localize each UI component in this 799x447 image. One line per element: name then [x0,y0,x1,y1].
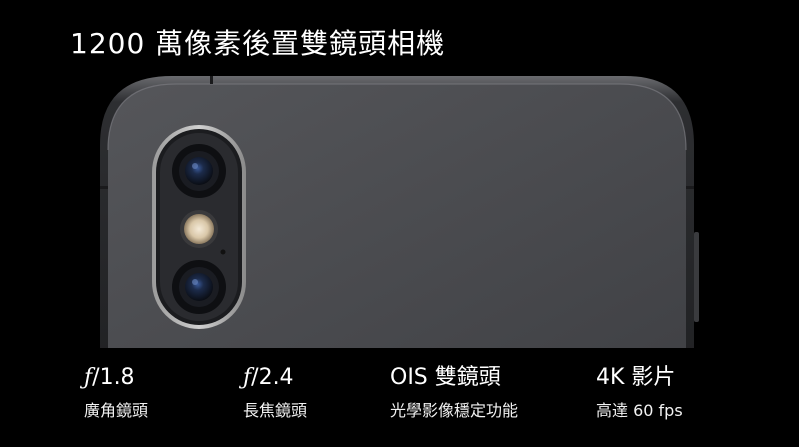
spec-value: 4K 影片 [596,365,676,390]
spec-value: OIS 雙鏡頭 [390,365,501,390]
spec-telephoto: ƒ/2.4 長焦鏡頭 [243,364,307,422]
product-slide: 1200 萬像素後置雙鏡頭相機 ƒ/1.8 廣角鏡頭 ƒ/2.4 長焦鏡頭 OI… [0,0,799,447]
spec-4k-video: 4K 影片 高達 60 fps [596,364,683,422]
telephoto-lens [172,260,226,314]
spec-caption: 長焦鏡頭 [243,401,308,420]
spec-row: ƒ/1.8 廣角鏡頭 ƒ/2.4 長焦鏡頭 OIS 雙鏡頭 光學影像穩定功能 4… [0,348,799,447]
spec-ois: OIS 雙鏡頭 光學影像穩定功能 [390,364,518,422]
spec-caption: 光學影像穩定功能 [390,401,519,420]
spec-caption: 廣角鏡頭 [84,401,149,420]
spec-caption: 高達 60 fps [596,401,683,420]
spec-wide-angle: ƒ/1.8 廣角鏡頭 [84,364,148,422]
spec-value: ƒ/1.8 [84,365,135,390]
spec-value: ƒ/2.4 [243,365,294,390]
wide-angle-lens [172,144,226,198]
